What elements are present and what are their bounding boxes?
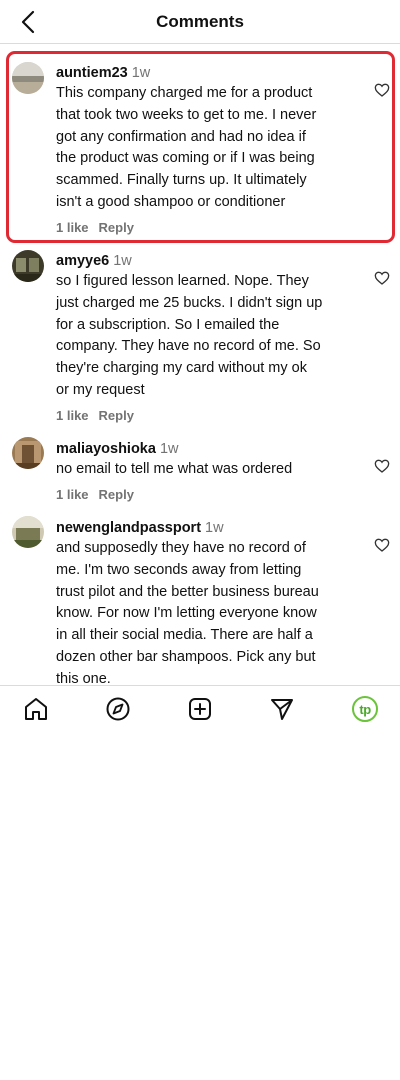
comment-line: no email to tell me what was ordered xyxy=(56,461,293,477)
home-icon[interactable] xyxy=(23,696,49,722)
heart-icon[interactable] xyxy=(374,458,390,474)
comment-line: got any confirmation and had no idea if xyxy=(56,128,306,145)
comment-line: dozen other bar shampoos. Pick any but xyxy=(56,648,316,665)
avatar[interactable] xyxy=(12,62,44,94)
reply-button[interactable]: Reply xyxy=(99,220,134,235)
comment-line: trust pilot and the better business bure… xyxy=(56,583,319,600)
comment-username[interactable]: maliayoshioka xyxy=(56,441,156,457)
heart-icon[interactable] xyxy=(374,537,390,553)
comment-text: no email to tell me what was ordered xyxy=(56,459,346,481)
likes-count[interactable]: 1 like xyxy=(56,487,89,502)
comment-line: or my request xyxy=(56,381,145,398)
reply-button[interactable]: Reply xyxy=(99,487,134,502)
comment-line: in all their social media. There are hal… xyxy=(56,627,313,644)
send-message-icon[interactable] xyxy=(269,696,295,722)
comment-text: This company charged me for a product th… xyxy=(56,83,346,214)
create-plus-icon[interactable] xyxy=(187,696,213,722)
avatar[interactable] xyxy=(12,516,44,548)
comment-username[interactable]: auntiem23 xyxy=(56,65,128,81)
likes-count[interactable]: 1 like xyxy=(56,220,89,235)
comment-line: scammed. Finally turns up. It ultimately xyxy=(56,172,307,189)
comment-line: me. I'm two seconds away from letting xyxy=(56,561,302,578)
comment-line: just charged me 25 bucks. I didn't sign … xyxy=(56,294,323,311)
header-bar: Comments xyxy=(0,0,400,44)
comment-text: so I figured lesson learned. Nope. They … xyxy=(56,271,346,402)
comment-username[interactable]: amyye6 xyxy=(56,253,109,269)
comment-line: so I figured lesson learned. Nope. They xyxy=(56,273,309,289)
avatar[interactable] xyxy=(12,250,44,282)
page-title: Comments xyxy=(156,12,244,31)
comment-line: company. They have no record of me. So xyxy=(56,338,321,355)
comment-line: the product was coming or if I was being xyxy=(56,150,315,167)
comment-time: 1w xyxy=(159,441,179,457)
explore-compass-icon[interactable] xyxy=(105,696,131,722)
comment-time: 1w xyxy=(131,65,151,81)
heart-icon[interactable] xyxy=(374,270,390,286)
comment-text: and supposedly they have no record of me… xyxy=(56,538,346,691)
comment-line: This company charged me for a product xyxy=(56,85,313,101)
reply-button[interactable]: Reply xyxy=(99,408,134,423)
comment-line: and supposedly they have no record of xyxy=(56,540,306,556)
comment-line: know. For now I'm letting everyone know xyxy=(56,605,317,622)
profile-avatar-badge[interactable]: tp xyxy=(352,696,378,722)
comment-username[interactable]: newenglandpassport xyxy=(56,520,201,536)
avatar[interactable] xyxy=(12,437,44,469)
comment-line: that took two weeks to get to me. I neve… xyxy=(56,106,317,123)
bottom-tab-bar: tp xyxy=(0,685,400,731)
comment-line: isn't a good shampoo or conditioner xyxy=(56,193,286,210)
likes-count[interactable]: 1 like xyxy=(56,408,89,423)
comment-line: for a subscription. So I emailed the xyxy=(56,316,280,333)
comment-time: 1w xyxy=(205,520,224,536)
comment-line: they're charging my card without my ok xyxy=(56,360,307,377)
comment-time: 1w xyxy=(113,253,132,269)
heart-icon[interactable] xyxy=(374,82,390,98)
